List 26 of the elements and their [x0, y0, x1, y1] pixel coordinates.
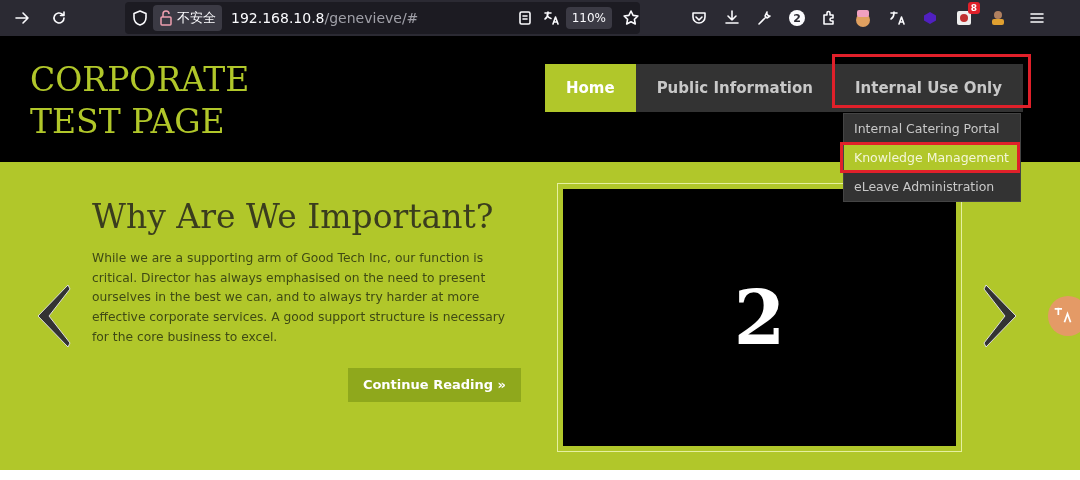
nav-tab[interactable]: Public Information	[635, 64, 834, 112]
translate-icon[interactable]	[888, 9, 906, 27]
menu-item[interactable]: eLeave Administration	[843, 172, 1020, 201]
figure-icon[interactable]	[989, 9, 1007, 27]
count-badge[interactable]: 2	[789, 10, 805, 26]
star-icon[interactable]	[622, 9, 640, 27]
shield-icon[interactable]	[131, 9, 149, 27]
menu-item[interactable]: Internal Catering Portal	[843, 114, 1020, 143]
pocket-icon[interactable]	[690, 9, 708, 27]
lock-icon	[159, 10, 173, 26]
zoom-level[interactable]: 110%	[565, 7, 612, 29]
download-icon[interactable]	[723, 9, 741, 27]
hero-heading: Why Are We Important?	[92, 197, 495, 236]
url-field[interactable]: 192.168.10.8/genevieve/#	[231, 10, 419, 26]
wrench-icon[interactable]	[756, 9, 774, 27]
next-arrow[interactable]	[982, 283, 1019, 349]
hero-paragraph: While we are a supporting arm of Good Tech Inc, our function is critical. Director has always emphasised on the need to present ourselves in the best we can, and to always try harder at more effective corporate services. A good support structure is necessary for the core business to excel.	[92, 250, 506, 346]
site-title: CORPORATE TEST PAGE	[30, 59, 250, 143]
previous-arrow[interactable]	[35, 283, 72, 349]
reload-icon[interactable]	[50, 9, 68, 27]
security-indicator[interactable]: 不安全	[153, 5, 222, 31]
nav-tab[interactable]: Internal Use Only	[833, 64, 1023, 112]
translate-icon[interactable]	[541, 9, 560, 27]
forward-icon[interactable]	[13, 9, 31, 27]
notification-badge: 8	[967, 2, 980, 14]
slide-number: 2	[733, 274, 786, 361]
